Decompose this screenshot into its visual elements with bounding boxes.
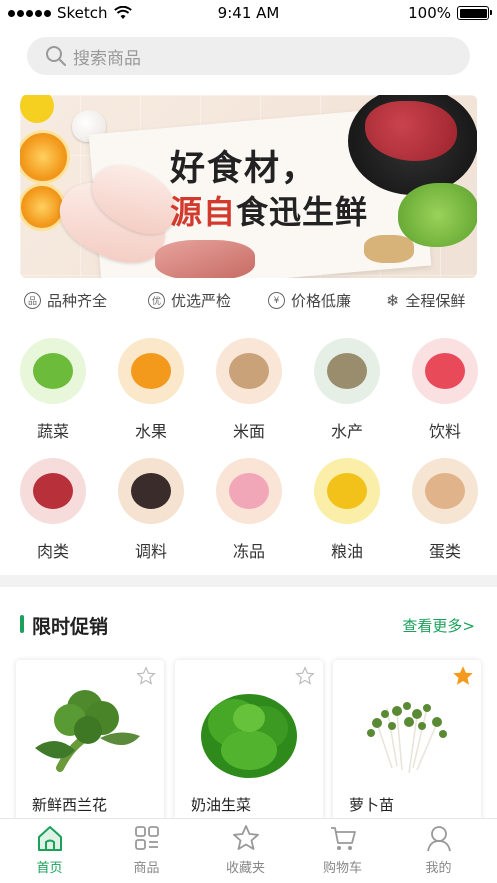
view-more-link[interactable]: 查看更多> bbox=[402, 615, 475, 636]
select-icon: 优 bbox=[148, 292, 165, 309]
category-image bbox=[314, 458, 380, 524]
category-product-shape bbox=[327, 473, 367, 509]
category-item[interactable]: 水果 bbox=[111, 338, 191, 442]
category-product-shape bbox=[229, 353, 269, 389]
grid-icon bbox=[134, 826, 159, 850]
tab-favorites[interactable]: 收藏夹 bbox=[196, 823, 295, 876]
meat-slice-image bbox=[155, 240, 255, 278]
feature-label: 优选严检 bbox=[171, 292, 232, 310]
promo-banner[interactable]: 好食材， 源自食迅生鲜 bbox=[20, 95, 477, 278]
feature-strip: 品 品种齐全 优 优选严检 ¥ 价格低廉 ❄ 全程保鲜 bbox=[0, 290, 497, 312]
category-product-shape bbox=[131, 473, 171, 509]
category-image bbox=[412, 458, 478, 524]
feature-item: 优 优选严检 bbox=[148, 290, 231, 311]
product-card[interactable]: 奶油生菜 bbox=[175, 660, 323, 822]
category-label: 肉类 bbox=[36, 542, 69, 561]
star-icon bbox=[232, 825, 259, 850]
lettuce-image bbox=[398, 183, 477, 247]
category-item[interactable]: 粮油 bbox=[307, 458, 387, 562]
user-icon bbox=[426, 826, 451, 852]
category-product-shape bbox=[33, 353, 73, 389]
battery-percent: 100% bbox=[408, 4, 451, 22]
category-label: 冻品 bbox=[232, 542, 265, 561]
category-item[interactable]: 饮料 bbox=[405, 338, 485, 442]
tab-home[interactable]: 首页 bbox=[0, 823, 99, 876]
category-image bbox=[412, 338, 478, 404]
feature-item: ❄ 全程保鲜 bbox=[386, 290, 465, 311]
yen-icon: ¥ bbox=[268, 292, 285, 309]
category-label: 蔬菜 bbox=[36, 422, 69, 441]
tab-cart[interactable]: 购物车 bbox=[293, 823, 392, 876]
tab-products[interactable]: 商品 bbox=[97, 823, 196, 876]
bottom-tab-bar: 首页 商品 收藏夹 购物车 我的 bbox=[0, 818, 497, 883]
tab-label: 收藏夹 bbox=[225, 861, 265, 876]
category-product-shape bbox=[327, 353, 367, 389]
broccoli-image bbox=[35, 690, 140, 772]
status-right: 100% bbox=[408, 4, 492, 22]
product-card[interactable]: 新鲜西兰花 bbox=[16, 660, 164, 822]
section-divider bbox=[0, 575, 497, 587]
section-title: 限时促销 bbox=[32, 616, 109, 638]
category-item[interactable]: 调料 bbox=[111, 458, 191, 562]
feature-label: 品种齐全 bbox=[47, 292, 108, 310]
category-label: 水产 bbox=[330, 422, 363, 441]
category-image bbox=[216, 338, 282, 404]
product-name: 新鲜西兰花 bbox=[32, 796, 108, 814]
feature-item: ¥ 价格低廉 bbox=[268, 290, 351, 311]
product-name: 奶油生菜 bbox=[191, 796, 252, 814]
category-product-shape bbox=[425, 473, 465, 509]
tab-label: 首页 bbox=[36, 861, 63, 876]
product-card[interactable]: 萝卜苗 bbox=[333, 660, 481, 822]
category-image bbox=[118, 338, 184, 404]
tab-label: 商品 bbox=[133, 861, 160, 876]
status-bar: Sketch 9:41 AM 100% bbox=[0, 0, 497, 28]
tab-profile[interactable]: 我的 bbox=[389, 823, 488, 876]
cart-icon bbox=[330, 827, 356, 850]
category-image bbox=[20, 338, 86, 404]
category-item[interactable]: 米面 bbox=[209, 338, 289, 442]
category-label: 调料 bbox=[134, 542, 167, 561]
home-icon bbox=[37, 826, 62, 851]
category-image bbox=[20, 458, 86, 524]
category-label: 饮料 bbox=[428, 422, 461, 441]
category-item[interactable]: 蛋类 bbox=[405, 458, 485, 562]
product-name: 萝卜苗 bbox=[349, 796, 395, 814]
category-label: 粮油 bbox=[330, 542, 363, 561]
category-image bbox=[216, 458, 282, 524]
battery-icon bbox=[457, 6, 492, 20]
quality-icon: 品 bbox=[24, 292, 41, 309]
tab-label: 我的 bbox=[425, 861, 452, 876]
search-bar[interactable]: 搜索商品 bbox=[27, 37, 470, 75]
search-icon bbox=[46, 46, 66, 66]
feature-label: 全程保鲜 bbox=[405, 292, 466, 310]
feature-label: 价格低廉 bbox=[291, 292, 352, 310]
lettuce-image bbox=[201, 694, 297, 778]
category-image bbox=[314, 338, 380, 404]
category-product-shape bbox=[229, 473, 269, 509]
category-product-shape bbox=[425, 353, 465, 389]
category-label: 蛋类 bbox=[428, 542, 461, 561]
category-item[interactable]: 冻品 bbox=[209, 458, 289, 562]
banner-headline: 好食材， bbox=[170, 149, 319, 189]
tab-label: 购物车 bbox=[322, 861, 362, 876]
category-product-shape bbox=[33, 473, 73, 509]
snowflake-icon: ❄ bbox=[386, 291, 400, 310]
category-item[interactable]: 肉类 bbox=[13, 458, 93, 562]
search-input[interactable]: 搜索商品 bbox=[73, 44, 141, 69]
category-label: 水果 bbox=[134, 422, 167, 441]
category-item[interactable]: 蔬菜 bbox=[13, 338, 93, 442]
radish-sprouts-image bbox=[367, 702, 447, 774]
section-accent-bar bbox=[20, 615, 24, 633]
category-image bbox=[118, 458, 184, 524]
ginger-image bbox=[364, 235, 414, 263]
feature-item: 品 品种齐全 bbox=[24, 290, 107, 311]
category-item[interactable]: 水产 bbox=[307, 338, 387, 442]
banner-subheadline: 源自食迅生鲜 bbox=[170, 193, 369, 231]
category-label: 米面 bbox=[232, 422, 265, 441]
category-product-shape bbox=[131, 353, 171, 389]
